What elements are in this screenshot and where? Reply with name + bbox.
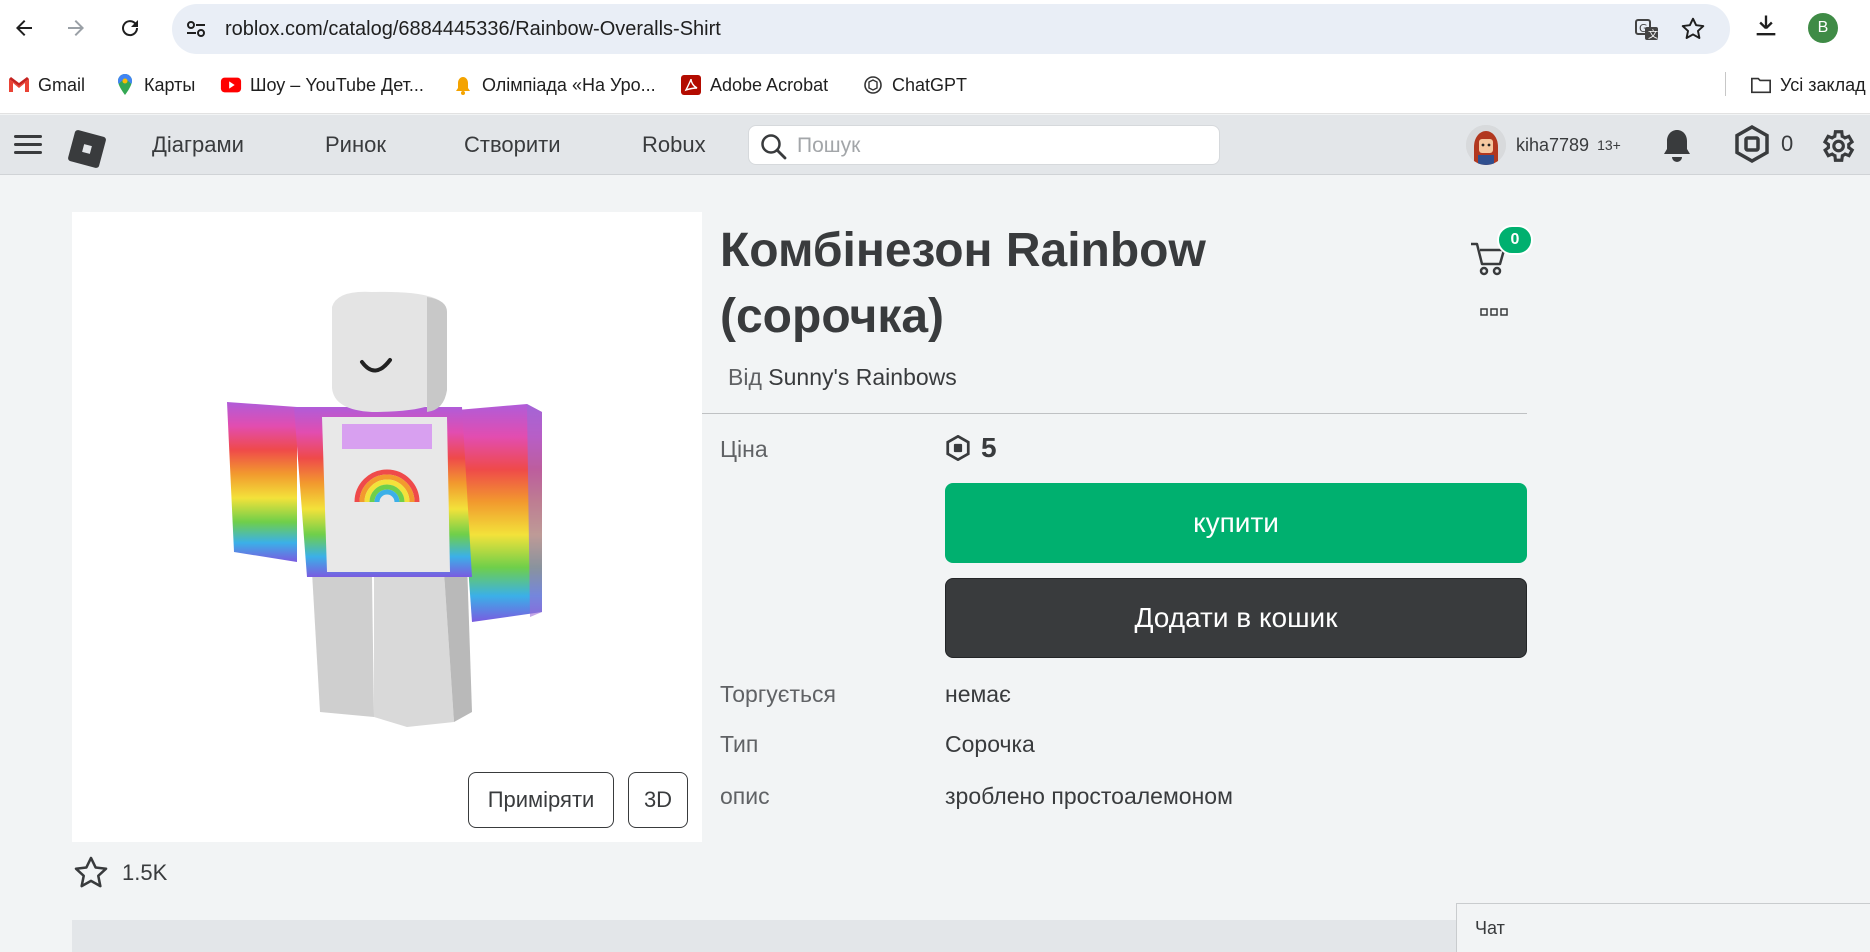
chatgpt-icon: [862, 74, 884, 96]
browser-profile-avatar[interactable]: B: [1808, 13, 1838, 43]
download-icon: [1756, 15, 1776, 36]
bookmarks-bar: Gmail Карты Шоу – YouTube Дет... Олімпіа…: [0, 56, 1870, 114]
bookmark-star-icon[interactable]: [1680, 16, 1706, 47]
nav-charts[interactable]: Діаграми: [152, 132, 244, 158]
cart-count-badge: 0: [1497, 225, 1533, 255]
bookmark-label: Усі заклад: [1780, 74, 1866, 95]
notifications-button[interactable]: [1660, 127, 1694, 168]
nav-robux[interactable]: Robux: [642, 132, 706, 158]
back-arrow-icon: [16, 20, 32, 36]
bookmark-acrobat[interactable]: Adobe Acrobat: [680, 72, 828, 98]
youtube-icon: [220, 74, 242, 96]
bookmark-maps[interactable]: Карты: [114, 72, 195, 98]
notification-bell-icon: [1664, 130, 1690, 162]
user-profile-link[interactable]: kiha7789 13+: [1466, 125, 1621, 165]
roblox-logo[interactable]: [65, 127, 109, 176]
bookmark-label: Шоу – YouTube Дет...: [250, 74, 424, 95]
bookmark-label: Gmail: [38, 74, 86, 95]
search-icon[interactable]: [759, 132, 787, 165]
type-label: Тип: [720, 731, 759, 757]
forward-arrow-icon: [68, 20, 84, 36]
svg-text:文: 文: [1648, 28, 1658, 41]
settings-button[interactable]: [1818, 127, 1856, 170]
recommendations-panel: [72, 920, 1462, 952]
robux-icon: [1735, 125, 1769, 163]
translate-icon[interactable]: G文: [1634, 17, 1660, 48]
bookmark-olympiad[interactable]: Олімпіада «На Уро...: [452, 72, 656, 98]
gear-icon: [1822, 130, 1855, 162]
age-badge: 13+: [1597, 137, 1621, 153]
price-amount: 5: [981, 432, 997, 463]
roblox-logo-icon: [68, 130, 106, 168]
bookmark-chatgpt[interactable]: ChatGPT: [862, 72, 967, 98]
acrobat-icon: [680, 74, 702, 96]
bookmark-label: Adobe Acrobat: [710, 74, 829, 95]
buy-button[interactable]: купити: [945, 483, 1527, 563]
try-on-button[interactable]: Приміряти: [468, 772, 614, 828]
price-value: 5: [945, 432, 997, 464]
view-3d-button[interactable]: 3D: [628, 772, 688, 828]
hamburger-icon: [14, 135, 42, 154]
favorite-row: 1.5K: [72, 854, 167, 892]
nav-marketplace[interactable]: Ринок: [325, 132, 386, 158]
tradable-label: Торгується: [720, 681, 836, 707]
price-label: Ціна: [720, 436, 768, 462]
more-options-button[interactable]: [1480, 305, 1508, 323]
bookmark-gmail[interactable]: Gmail: [8, 72, 85, 98]
site-info-icon[interactable]: [184, 17, 208, 46]
username: kiha7789: [1516, 134, 1590, 155]
forward-button[interactable]: [60, 12, 92, 44]
browser-toolbar: roblox.com/catalog/6884445336/Rainbow-Ov…: [0, 0, 1870, 56]
address-bar[interactable]: roblox.com/catalog/6884445336/Rainbow-Ov…: [172, 4, 1730, 54]
search-box: [748, 125, 1220, 165]
folder-icon: [1750, 74, 1772, 96]
bookmark-label: ChatGPT: [892, 74, 968, 95]
site-header: Діаграми Ринок Створити Robux kiha7789 1…: [0, 115, 1870, 175]
url-text[interactable]: roblox.com/catalog/6884445336/Rainbow-Ov…: [225, 18, 721, 41]
robux-balance: 0: [1781, 131, 1794, 156]
maps-icon: [114, 74, 136, 96]
more-dots-icon: [1480, 308, 1508, 316]
nav-create[interactable]: Створити: [464, 132, 561, 158]
chat-panel[interactable]: Чат: [1456, 903, 1870, 952]
bookmark-youtube[interactable]: Шоу – YouTube Дет...: [220, 72, 424, 98]
details-divider: [702, 413, 1527, 414]
reload-icon: [122, 20, 139, 37]
creator-prefix: Від: [728, 364, 762, 390]
search-input[interactable]: [797, 132, 1197, 160]
favorite-count: 1.5K: [122, 860, 168, 885]
bookmark-label: Олімпіада «На Уро...: [482, 74, 656, 95]
all-bookmarks-folder[interactable]: Усі заклад: [1750, 72, 1866, 98]
favorite-star-icon[interactable]: [72, 854, 110, 892]
menu-button[interactable]: [14, 133, 42, 162]
item-thumbnail-image: [227, 291, 542, 727]
add-to-cart-button[interactable]: Додати в кошик: [945, 578, 1527, 658]
tradable-value: немає: [945, 681, 1011, 707]
back-button[interactable]: [8, 12, 40, 44]
creator-line: Від Sunny's Rainbows: [728, 364, 957, 391]
bookmark-label: Карты: [144, 74, 196, 95]
chat-label: Чат: [1475, 918, 1505, 938]
bell-icon: [452, 74, 474, 96]
item-title: Комбінезон Rainbow (сорочка): [720, 224, 1206, 343]
description-value: зроблено простоалемоном: [945, 783, 1233, 809]
avatar: [1466, 125, 1506, 165]
bookmarks-separator: [1725, 72, 1726, 96]
creator-link[interactable]: Sunny's Rainbows: [768, 364, 957, 390]
robux-icon: [946, 435, 970, 461]
gmail-icon: [8, 74, 30, 96]
description-label: опис: [720, 783, 770, 809]
reload-button[interactable]: [114, 12, 146, 44]
item-thumbnail-panel: Приміряти 3D: [72, 212, 702, 842]
robux-balance-button[interactable]: 0: [1733, 125, 1793, 163]
type-value: Сорочка: [945, 731, 1035, 757]
download-button[interactable]: [1752, 12, 1780, 45]
